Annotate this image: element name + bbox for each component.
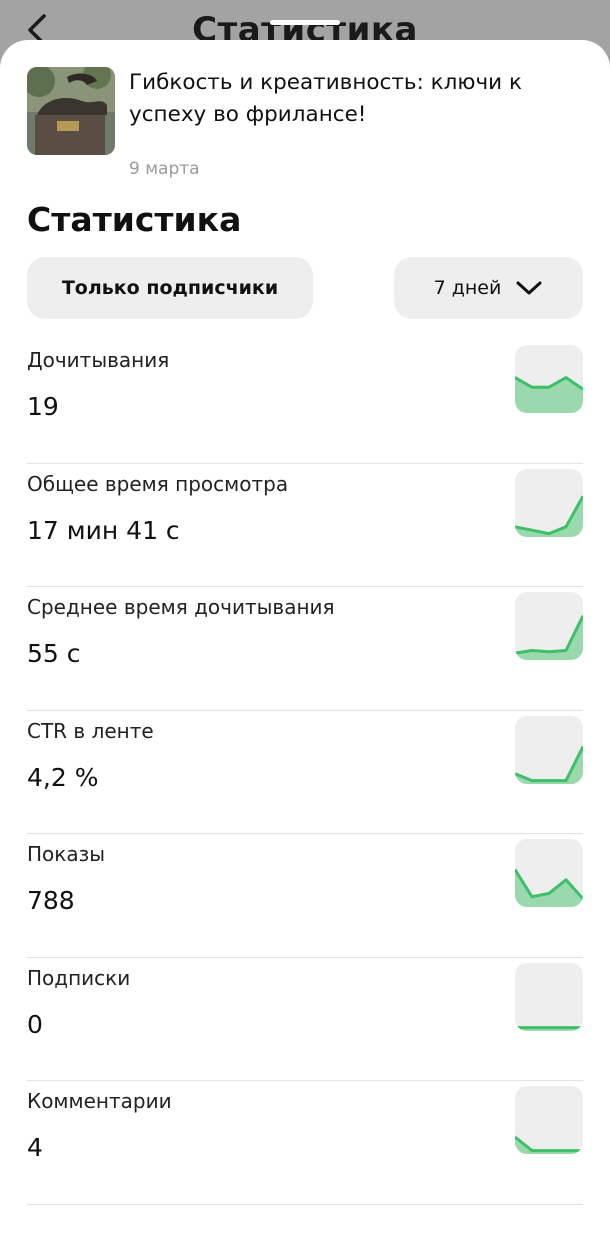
metrics-list: Дочитывания 19 Общее время просмотра 17 … bbox=[0, 340, 610, 1205]
sparkline-chart bbox=[515, 1086, 583, 1154]
metric-row-comments[interactable]: Комментарии 4 bbox=[0, 1081, 610, 1205]
sparkline-chart bbox=[515, 345, 583, 413]
metric-value: 0 bbox=[27, 1009, 43, 1039]
metric-value: 4,2 % bbox=[27, 762, 99, 792]
post-title: Гибкость и креативность: ключи к успеху … bbox=[129, 70, 522, 127]
metric-value: 4 bbox=[27, 1133, 43, 1162]
statistics-sheet: Гибкость и креативность: ключи к успеху … bbox=[0, 40, 610, 1240]
post-thumbnail bbox=[27, 67, 115, 155]
metric-value: 55 с bbox=[27, 639, 81, 668]
metric-label: Подписки bbox=[27, 965, 131, 990]
chevron-down-icon bbox=[516, 281, 542, 295]
divider bbox=[27, 1203, 583, 1205]
metric-value: 19 bbox=[27, 392, 59, 421]
sparkline-chart bbox=[515, 962, 583, 1031]
period-label: 7 дней bbox=[433, 277, 502, 299]
audience-filter-label: Только подписчики bbox=[61, 277, 279, 299]
metric-label: Среднее время дочитывания bbox=[27, 595, 335, 619]
sparkline-chart bbox=[515, 592, 583, 660]
sparkline-chart bbox=[515, 839, 583, 907]
metric-label: CTR в ленте bbox=[27, 718, 154, 743]
metric-row-subscriptions[interactable]: Подписки 0 bbox=[0, 958, 610, 1081]
post-date: 9 марта bbox=[129, 159, 200, 179]
metric-row-impressions[interactable]: Показы 788 bbox=[0, 834, 610, 958]
metric-label: Комментарии bbox=[27, 1089, 172, 1113]
metric-row-total-view-time[interactable]: Общее время просмотра 17 мин 41 с bbox=[0, 464, 610, 587]
sparkline-chart bbox=[515, 715, 583, 784]
metric-label: Дочитывания bbox=[27, 348, 170, 372]
metric-value: 788 bbox=[27, 886, 75, 915]
metric-label: Показы bbox=[27, 842, 106, 866]
sheet-grabber[interactable] bbox=[270, 20, 340, 25]
post-card[interactable]: Гибкость и креативность: ключи к успеху … bbox=[27, 67, 587, 179]
period-dropdown[interactable]: 7 дней bbox=[394, 257, 583, 319]
audience-filter-button[interactable]: Только подписчики bbox=[27, 257, 313, 319]
sparkline-chart bbox=[515, 468, 583, 537]
statistics-title: Статистика bbox=[27, 200, 242, 239]
metric-row-ctr[interactable]: CTR в ленте 4,2 % bbox=[0, 711, 610, 834]
metric-row-avg-read-time[interactable]: Среднее время дочитывания 55 с bbox=[0, 587, 610, 711]
metric-row-read-throughs[interactable]: Дочитывания 19 bbox=[0, 340, 610, 464]
metric-label: Общее время просмотра bbox=[27, 471, 289, 496]
metric-value: 17 мин 41 с bbox=[27, 515, 180, 545]
